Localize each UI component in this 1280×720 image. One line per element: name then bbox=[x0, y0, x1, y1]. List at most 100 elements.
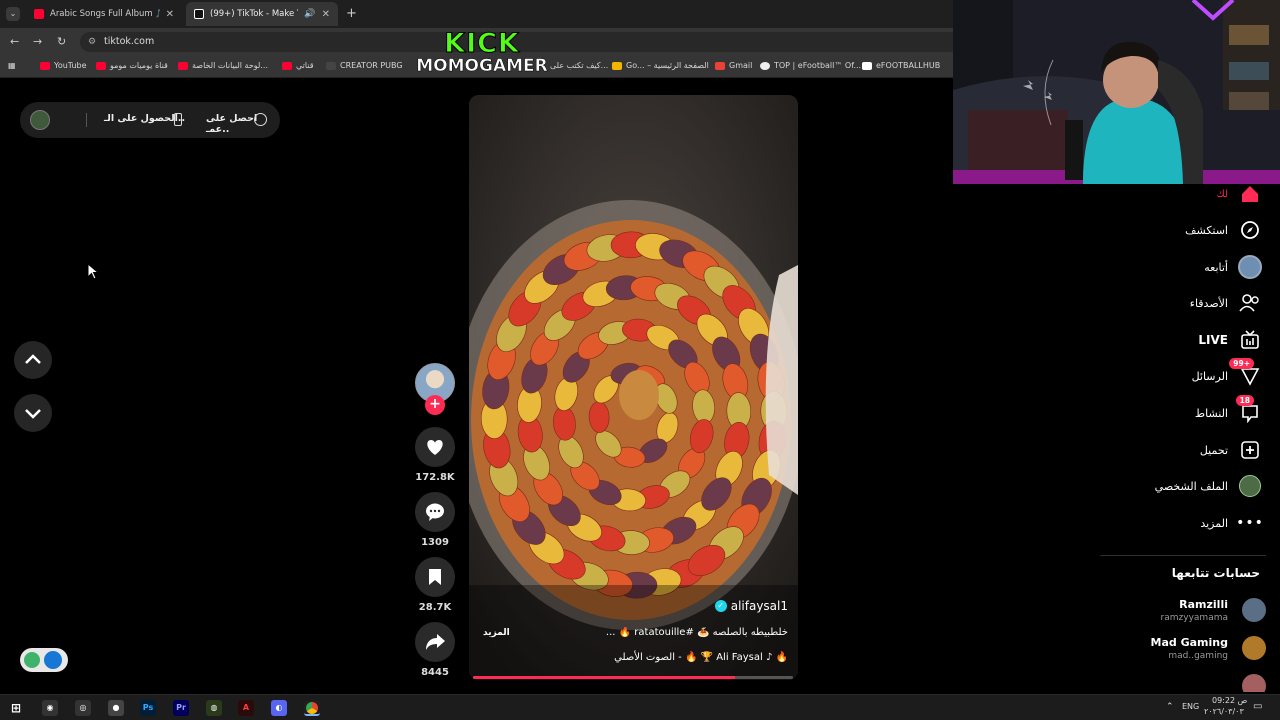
followed-account[interactable] bbox=[1010, 672, 1270, 692]
like-action[interactable]: 172.8K bbox=[415, 427, 455, 483]
sidebar-item-more[interactable]: المزيد ••• bbox=[1200, 509, 1263, 537]
tab-close-icon[interactable]: ✕ bbox=[322, 9, 330, 20]
phone-icon bbox=[174, 113, 182, 126]
tab-close-icon[interactable]: ✕ bbox=[166, 9, 174, 20]
sidebar-item-label: الرسائل bbox=[1191, 369, 1228, 383]
speaker-icon[interactable]: 🔊 bbox=[304, 9, 315, 19]
clock-date[interactable]: ٢٠٢٦/٠٣/٠٣ bbox=[1204, 707, 1244, 716]
sidebar-item-activity[interactable]: النشاط 18 bbox=[1195, 395, 1262, 427]
share-count: 8445 bbox=[421, 667, 449, 678]
floating-app-widget[interactable] bbox=[20, 648, 68, 672]
back-arrow-icon[interactable]: ← bbox=[10, 35, 19, 48]
tab-title: (99+) TikTok - Make Your Da bbox=[210, 9, 298, 19]
caption-more-button[interactable]: المزيد bbox=[483, 628, 510, 638]
sidebar-item-following[interactable]: أتابعه bbox=[1204, 253, 1262, 281]
comment-button[interactable] bbox=[415, 492, 455, 532]
tab-title: Arabic Songs Full Album 🎵 Be bbox=[50, 9, 160, 19]
bookmark-creator-pubg[interactable]: CREATOR PUBG bbox=[326, 61, 403, 70]
app-icon[interactable]: ● bbox=[108, 700, 124, 716]
windows-start-icon[interactable]: ⊞ bbox=[8, 700, 24, 716]
reload-icon[interactable]: ↻ bbox=[57, 35, 66, 48]
kick-channel-logo: KICK MOMOGAMER bbox=[412, 30, 552, 80]
get-app-label[interactable]: الحصول على الـ.. bbox=[104, 113, 185, 124]
bookmark-my-channel[interactable]: قناتي bbox=[282, 61, 314, 70]
video-progress-bar[interactable] bbox=[473, 676, 793, 679]
bookmark-gmail[interactable]: Gmail bbox=[715, 61, 752, 70]
sidebar-item-label: تحميل bbox=[1199, 443, 1228, 457]
language-indicator[interactable]: ENG bbox=[1182, 702, 1199, 711]
creator-handle[interactable]: alifaysal1 bbox=[731, 599, 788, 613]
bookmark-button[interactable] bbox=[415, 557, 455, 597]
photoshop-icon[interactable]: Ps bbox=[140, 700, 156, 716]
tiktok-favicon-icon bbox=[194, 9, 204, 19]
video-player[interactable]: ✓ alifaysal1 خلطبيطه بالصلصه 🍝 #ratatoui… bbox=[469, 95, 798, 680]
bookmark-efootball-top[interactable]: TOP | eFootball™ Of... bbox=[760, 61, 861, 70]
sidebar-item-friends[interactable]: الأصدقاء bbox=[1190, 289, 1262, 317]
comment-count: 1309 bbox=[421, 537, 449, 548]
chevron-down-icon bbox=[25, 409, 41, 419]
follow-button[interactable]: + bbox=[425, 395, 445, 415]
youtube-icon bbox=[40, 61, 50, 70]
get-coins-label[interactable]: احصل على عمـ.. bbox=[206, 113, 280, 135]
apps-grid-icon[interactable]: ▦ bbox=[8, 61, 16, 70]
account-name: Mad Gaming bbox=[1150, 636, 1228, 649]
creator-handle-row[interactable]: ✓ alifaysal1 bbox=[714, 599, 788, 613]
followed-account[interactable]: Mad Gaming mad..gaming bbox=[1010, 634, 1270, 668]
bookmark-efootballhub[interactable]: eFOOTBALLHUB bbox=[862, 61, 940, 70]
new-tab-button[interactable]: + bbox=[346, 6, 357, 21]
user-avatar[interactable] bbox=[30, 110, 50, 130]
youtube-icon bbox=[282, 61, 292, 70]
chrome-icon[interactable] bbox=[304, 700, 320, 716]
share-action[interactable]: 8445 bbox=[415, 622, 455, 678]
streamer-webcam bbox=[953, 0, 1280, 184]
app-icon[interactable]: ◉ bbox=[42, 700, 58, 716]
followed-account[interactable]: Ramzilli ramzyyamama bbox=[1010, 596, 1270, 630]
app-icon[interactable]: ◍ bbox=[206, 700, 222, 716]
sidebar-item-live[interactable]: LIVE bbox=[1198, 326, 1262, 354]
browser-tab-tiktok[interactable]: (99+) TikTok - Make Your Da 🔊 ✕ bbox=[186, 2, 338, 26]
tab-search-dropdown[interactable]: ⌄ bbox=[6, 7, 20, 21]
sidebar-item-explore[interactable]: استكشف bbox=[1185, 216, 1262, 244]
site-info-icon[interactable]: ⚙ bbox=[88, 37, 96, 47]
bookmark-momo-channel[interactable]: قناة يوميات مومو bbox=[96, 61, 168, 70]
bookmark-youtube[interactable]: YouTube bbox=[40, 61, 87, 70]
sidebar-item-for-you[interactable]: لك bbox=[1217, 180, 1262, 208]
bookmark-how-to-write[interactable]: كيف تكتب على... bbox=[550, 61, 608, 70]
app-icon[interactable]: ◎ bbox=[75, 700, 91, 716]
like-button[interactable] bbox=[415, 427, 455, 467]
bookmark-google-home[interactable]: Go... – الصفحة الرئيسية bbox=[612, 61, 709, 70]
share-button[interactable] bbox=[415, 622, 455, 662]
sidebar-item-profile[interactable]: الملف الشخصي bbox=[1155, 472, 1262, 500]
sidebar-item-messages[interactable]: الرسائل 99+ bbox=[1191, 358, 1262, 390]
gmail-icon bbox=[715, 61, 725, 70]
ratatouille-video-frame bbox=[469, 95, 798, 680]
next-video-button[interactable] bbox=[14, 394, 52, 432]
bookmark-dashboard[interactable]: لوحة البيانات الخاصة... bbox=[178, 61, 268, 70]
forward-arrow-icon[interactable]: → bbox=[33, 35, 42, 48]
browser-tab-youtube[interactable]: Arabic Songs Full Album 🎵 Be ✕ bbox=[26, 2, 182, 26]
sidebar-item-upload[interactable]: تحميل bbox=[1200, 436, 1262, 464]
youtube-icon bbox=[178, 61, 188, 70]
following-avatar-icon bbox=[1238, 255, 1262, 279]
bookmark-action[interactable]: 28.7K bbox=[415, 557, 455, 613]
get-app-pill[interactable]: الحصول على الـ.. احصل على عمـ.. bbox=[20, 102, 280, 138]
windows-taskbar: ⊞ ◉ ◎ ● Ps Pr ◍ A ◐ ⌃ ENG 09:22 ص ٢٠٢٦/٠… bbox=[0, 694, 1280, 720]
following-accounts-title: حسابات تتابعها bbox=[1171, 566, 1260, 580]
comment-action[interactable]: 1309 bbox=[415, 492, 455, 548]
power-icon bbox=[24, 652, 40, 668]
clock-time[interactable]: 09:22 ص bbox=[1212, 696, 1247, 705]
upload-icon bbox=[1238, 438, 1262, 462]
notifications-icon[interactable]: ▭ bbox=[1253, 701, 1262, 712]
messages-badge: 99+ bbox=[1229, 358, 1254, 369]
video-sound[interactable]: 🔥 ♪ Ali Faysal 🏆 🔥 - الصوت الأصلي bbox=[614, 652, 788, 663]
app-icon[interactable]: A bbox=[238, 700, 254, 716]
heart-icon bbox=[427, 440, 443, 455]
tray-expand-icon[interactable]: ⌃ bbox=[1166, 702, 1174, 712]
efootball-icon bbox=[760, 61, 770, 70]
premiere-icon[interactable]: Pr bbox=[173, 700, 189, 716]
previous-video-button[interactable] bbox=[14, 341, 52, 379]
sidebar-item-label: الأصدقاء bbox=[1189, 296, 1228, 310]
url-text: tiktok.com bbox=[104, 36, 155, 47]
discord-icon[interactable]: ◐ bbox=[271, 700, 287, 716]
friends-icon bbox=[1238, 291, 1262, 315]
